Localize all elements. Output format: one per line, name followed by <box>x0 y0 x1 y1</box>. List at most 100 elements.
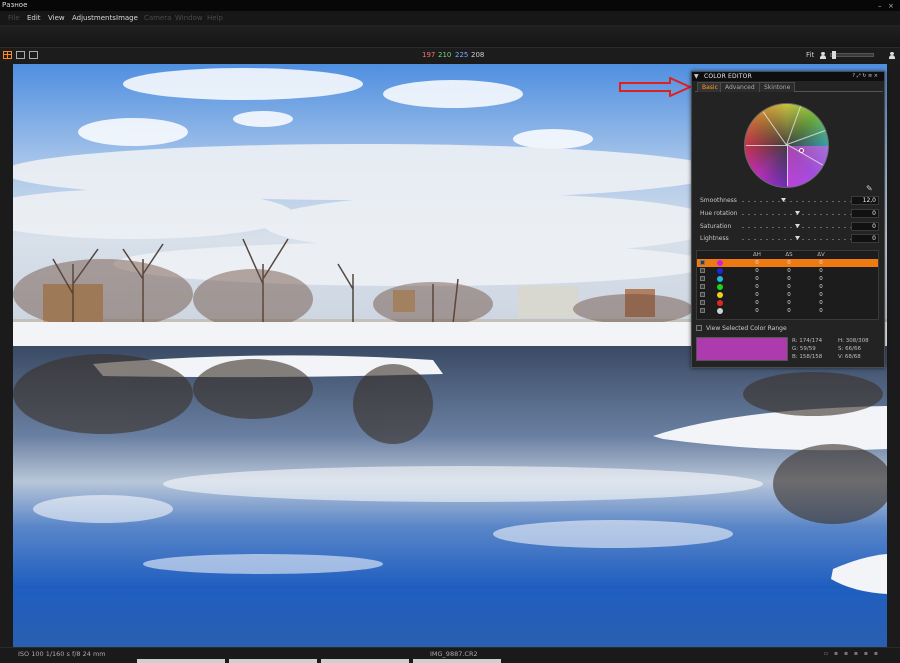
row-enable-checkbox[interactable] <box>700 284 705 289</box>
color-range-row[interactable]: 0 0 0 <box>697 283 878 291</box>
slider-saturation: Saturation 0 <box>700 222 880 232</box>
view-toolbar: 197 210 225 208 Fit <box>0 47 900 62</box>
person-large-icon[interactable] <box>889 52 895 59</box>
table-header: ΔH ΔS ΔV <box>697 251 878 259</box>
row-delta-saturation[interactable]: 0 <box>783 259 795 267</box>
row-delta-hue[interactable]: 0 <box>751 299 763 307</box>
row-delta-hue[interactable]: 0 <box>751 259 763 267</box>
menu-view[interactable]: View <box>48 11 65 26</box>
color-range-row[interactable]: 0 0 0 <box>697 259 878 267</box>
menu-image[interactable]: Image <box>116 11 138 26</box>
row-delta-hue[interactable]: 0 <box>751 267 763 275</box>
row-delta-saturation[interactable]: 0 <box>783 275 795 283</box>
row-delta-hue[interactable]: 0 <box>751 307 763 315</box>
view-color-range-toggle[interactable]: View Selected Color Range <box>696 324 846 333</box>
readout-r-value: 174/174 <box>799 338 823 344</box>
color-wheel[interactable] <box>744 103 829 188</box>
row-delta-hue[interactable]: 0 <box>751 283 763 291</box>
view-color-range-checkbox[interactable] <box>696 325 702 331</box>
slider-value[interactable]: 12,0 <box>851 196 879 205</box>
row-enable-checkbox[interactable] <box>700 300 705 305</box>
slider-value[interactable]: 0 <box>851 234 879 243</box>
color-wheel-handle[interactable] <box>799 148 804 153</box>
slider-track[interactable] <box>742 201 852 202</box>
color-range-swatch <box>717 308 723 314</box>
row-delta-saturation[interactable]: 0 <box>783 307 795 315</box>
row-delta-value[interactable]: 0 <box>815 267 827 275</box>
slider-hue-rotation: Hue rotation 0 <box>700 209 880 219</box>
color-range-swatch <box>717 276 723 282</box>
row-delta-saturation[interactable]: 0 <box>783 267 795 275</box>
header-delta-value: ΔV <box>817 252 825 258</box>
row-delta-value[interactable]: 0 <box>815 259 827 267</box>
color-range-swatch <box>717 284 723 290</box>
slider-label: Smoothness <box>700 197 737 204</box>
taskbar-button[interactable] <box>321 659 409 663</box>
color-range-row[interactable]: 0 0 0 <box>697 307 878 315</box>
panel-controls-icons[interactable]: ? ⤢ ↻ ≡ × <box>852 72 878 81</box>
readout-luminance: 208 <box>471 51 485 59</box>
collapse-caret-icon[interactable]: ▼ <box>694 73 699 80</box>
readout-red: 197 <box>422 51 436 59</box>
taskbar-button[interactable] <box>137 659 225 663</box>
row-delta-value[interactable]: 0 <box>815 283 827 291</box>
row-enable-checkbox[interactable] <box>700 308 705 313</box>
menu-file[interactable]: File <box>8 11 20 26</box>
readout-b-value: 158/158 <box>799 354 823 360</box>
single-view-icon[interactable] <box>16 51 25 59</box>
row-delta-value[interactable]: 0 <box>815 291 827 299</box>
tab-skintone[interactable]: Skintone <box>759 82 796 92</box>
row-delta-saturation[interactable]: 0 <box>783 291 795 299</box>
row-enable-checkbox[interactable] <box>700 260 705 265</box>
color-range-row[interactable]: 0 0 0 <box>697 267 878 275</box>
tab-basic[interactable]: Basic <box>697 82 723 92</box>
slider-lightness: Lightness 0 <box>700 234 880 244</box>
zoom-fit-label[interactable]: Fit <box>806 48 814 63</box>
row-delta-value[interactable]: 0 <box>815 299 827 307</box>
color-wheel-divider <box>787 145 788 186</box>
row-delta-saturation[interactable]: 0 <box>783 299 795 307</box>
menu-adjustments[interactable]: Adjustments <box>72 11 116 26</box>
readout-s-label: S: <box>838 346 844 352</box>
color-range-swatch <box>717 300 723 306</box>
zoom-slider[interactable] <box>830 51 874 59</box>
row-enable-checkbox[interactable] <box>700 276 705 281</box>
color-adjustments-table: ΔH ΔS ΔV 000000000000000000000 <box>696 250 879 320</box>
row-delta-hue[interactable]: 0 <box>751 275 763 283</box>
color-range-row[interactable]: 0 0 0 <box>697 275 878 283</box>
readout-h-value: 308/308 <box>845 338 869 344</box>
person-small-icon[interactable] <box>820 52 826 59</box>
row-enable-checkbox[interactable] <box>700 292 705 297</box>
slider-value[interactable]: 0 <box>851 209 879 218</box>
row-enable-checkbox[interactable] <box>700 268 705 273</box>
slider-smoothness: Smoothness 12,0 <box>700 196 880 206</box>
color-range-swatch <box>717 292 723 298</box>
color-range-row[interactable]: 0 0 0 <box>697 291 878 299</box>
taskbar-button[interactable] <box>229 659 317 663</box>
readout-v-value: 68/68 <box>844 354 861 360</box>
row-delta-hue[interactable]: 0 <box>751 291 763 299</box>
menu-window[interactable]: Window <box>175 11 203 26</box>
readout-v-label: V: <box>838 354 844 360</box>
filmstrip-view-icon[interactable] <box>29 51 38 59</box>
menu-help[interactable]: Help <box>207 11 223 26</box>
row-delta-value[interactable]: 0 <box>815 275 827 283</box>
grid-view-icon[interactable] <box>3 51 12 59</box>
row-delta-saturation[interactable]: 0 <box>783 283 795 291</box>
window-controls: – × <box>878 0 898 11</box>
slider-label: Lightness <box>700 235 729 242</box>
tool-strip <box>0 26 900 47</box>
slider-value[interactable]: 0 <box>851 222 879 231</box>
menu-camera[interactable]: Camera <box>144 11 171 26</box>
menu-edit[interactable]: Edit <box>27 11 41 26</box>
readout-r-label: R: <box>792 338 798 344</box>
taskbar-button[interactable] <box>413 659 501 663</box>
header-delta-saturation: ΔS <box>785 252 793 258</box>
eyedropper-icon[interactable]: ✎ <box>866 184 873 193</box>
color-range-row[interactable]: 0 0 0 <box>697 299 878 307</box>
selected-color-swatch <box>696 337 788 361</box>
tab-advanced[interactable]: Advanced <box>720 82 760 92</box>
zoom-slider-knob[interactable] <box>832 51 836 59</box>
readout-b-label: B: <box>792 354 798 360</box>
row-delta-value[interactable]: 0 <box>815 307 827 315</box>
